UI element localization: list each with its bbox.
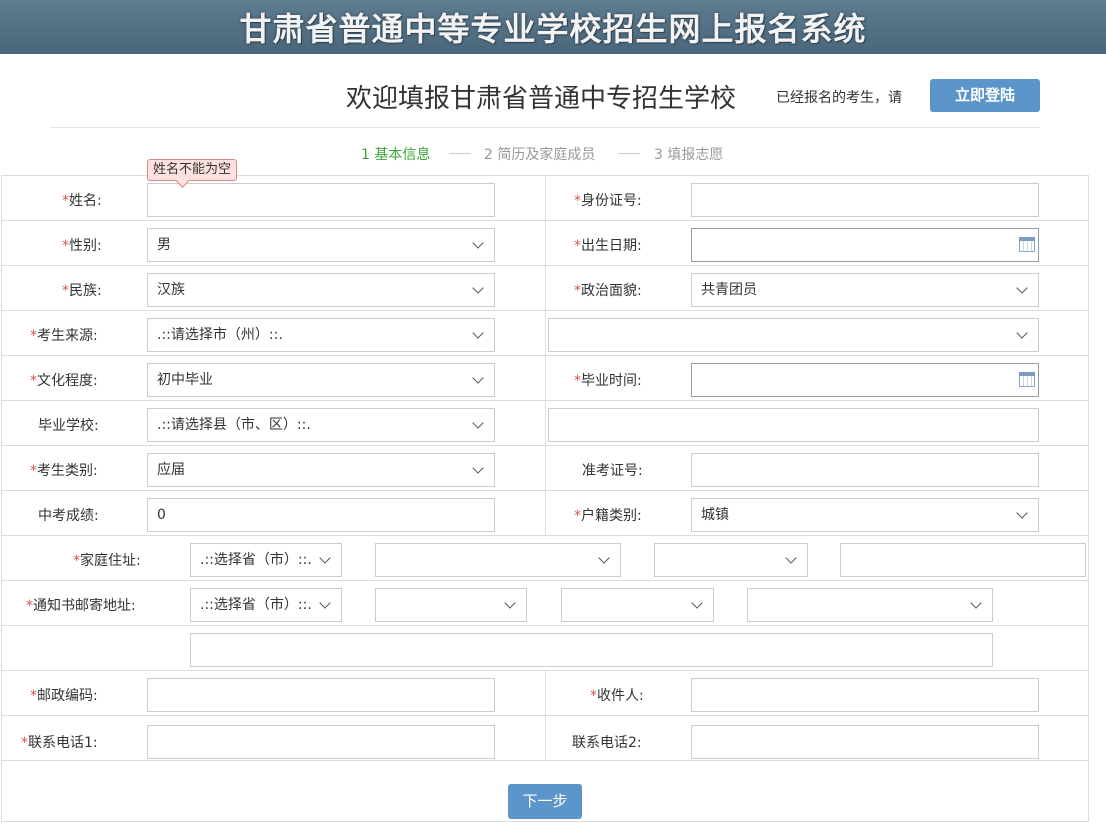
phone1-label: *联系电话1:: [21, 735, 98, 751]
site-banner: 甘肃省普通中等专业学校招生网上报名系统: [0, 0, 1106, 54]
mail-town-select[interactable]: [747, 588, 993, 622]
home-address-label: *家庭住址:: [73, 553, 141, 569]
step-connector: [449, 153, 471, 154]
step-basic-info: 1 基本信息: [361, 147, 431, 163]
political-status-select[interactable]: 共青团员: [691, 273, 1039, 307]
mail-province-select[interactable]: .::选择省（市）::.: [190, 588, 342, 622]
category-label: *考生类别:: [30, 463, 98, 479]
header-divider: [50, 127, 1040, 128]
grad-school-label: 毕业学校:: [38, 418, 99, 434]
next-step-button[interactable]: 下一步: [508, 784, 582, 819]
ethnicity-label: *民族:: [62, 283, 102, 299]
basic-info-form: *姓名: *身份证号: *性别: 男 *出生日期: *民族: 汉族 *政治面貌:…: [1, 175, 1089, 822]
column-divider: [545, 671, 546, 761]
grad-school-county-select[interactable]: .::请选择县（市、区）::.: [147, 408, 495, 442]
mail-address-detail-input[interactable]: [190, 633, 993, 667]
household-select[interactable]: 城镇: [691, 498, 1039, 532]
home-address-detail-input[interactable]: [840, 543, 1086, 577]
step-preferences: 3 填报志愿: [654, 147, 724, 163]
exam-ticket-input[interactable]: [691, 453, 1039, 487]
home-province-select[interactable]: .::选择省（市）::.: [190, 543, 342, 577]
exam-score-label: 中考成绩:: [38, 508, 99, 524]
welcome-heading: 欢迎填报甘肃省普通中专招生学校: [346, 84, 737, 114]
phone1-input[interactable]: [147, 725, 495, 759]
exam-ticket-label: 准考证号:: [582, 463, 643, 479]
home-county-select[interactable]: [654, 543, 808, 577]
step-resume-family: 2 简历及家庭成员: [484, 147, 596, 163]
source-city-select[interactable]: .::请选择市（州）::.: [147, 318, 495, 352]
phone2-label: 联系电话2:: [572, 735, 642, 751]
postcode-label: *邮政编码:: [30, 688, 98, 704]
gender-label: *性别:: [62, 238, 102, 254]
phone2-input[interactable]: [691, 725, 1039, 759]
grad-school-input[interactable]: [548, 408, 1039, 442]
household-label: *户籍类别:: [574, 508, 642, 524]
calendar-icon[interactable]: [1019, 372, 1035, 387]
mail-city-select[interactable]: [375, 588, 527, 622]
exam-score-input[interactable]: 0: [147, 498, 495, 532]
political-status-label: *政治面貌:: [574, 283, 642, 299]
birth-date-input[interactable]: [691, 228, 1039, 262]
grad-time-label: *毕业时间:: [574, 373, 642, 389]
column-divider: [545, 176, 546, 536]
grad-time-input[interactable]: [691, 363, 1039, 397]
postcode-input[interactable]: [147, 678, 495, 712]
mail-county-select[interactable]: [561, 588, 714, 622]
name-label: *姓名:: [62, 193, 102, 209]
step-connector: [618, 153, 640, 154]
mail-address-label: *通知书邮寄地址:: [26, 598, 136, 614]
name-error-tooltip: 姓名不能为空: [147, 159, 238, 181]
gender-select[interactable]: 男: [147, 228, 495, 262]
name-input[interactable]: [147, 183, 495, 217]
category-select[interactable]: 应届: [147, 453, 495, 487]
recipient-label: *收件人:: [590, 688, 644, 704]
ethnicity-select[interactable]: 汉族: [147, 273, 495, 307]
home-city-select[interactable]: [375, 543, 621, 577]
source-label: *考生来源:: [30, 328, 98, 344]
site-title: 甘肃省普通中等专业学校招生网上报名系统: [239, 10, 867, 48]
recipient-input[interactable]: [691, 678, 1039, 712]
id-number-input[interactable]: [691, 183, 1039, 217]
education-label: *文化程度:: [30, 373, 98, 389]
id-number-label: *身份证号:: [574, 193, 642, 209]
login-hint: 已经报名的考生，请: [776, 90, 902, 106]
calendar-icon[interactable]: [1019, 237, 1035, 252]
source-district-select[interactable]: [548, 318, 1039, 352]
education-select[interactable]: 初中毕业: [147, 363, 495, 397]
login-button[interactable]: 立即登陆: [930, 79, 1040, 112]
birth-date-label: *出生日期:: [574, 238, 642, 254]
